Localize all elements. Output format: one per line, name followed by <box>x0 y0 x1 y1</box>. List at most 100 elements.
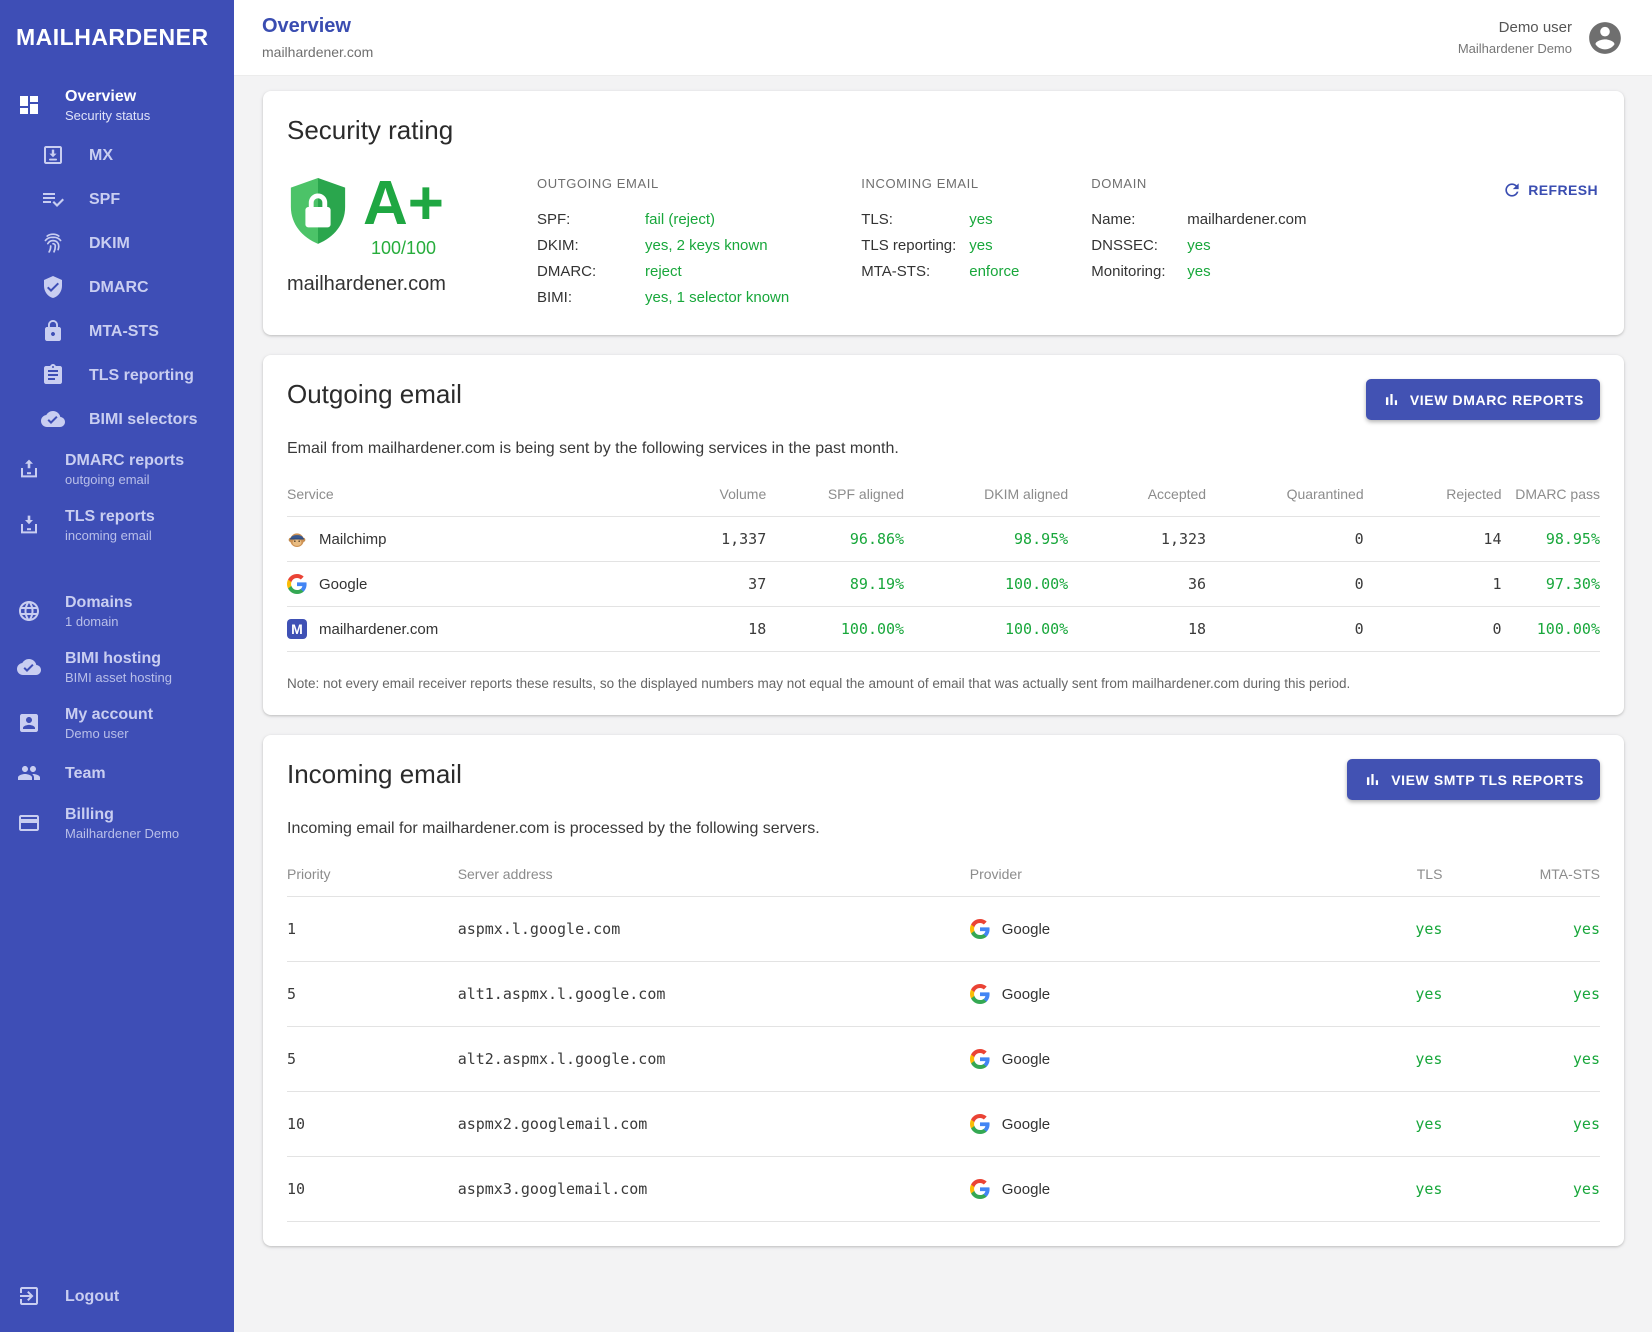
column-header: SPF aligned <box>766 480 904 517</box>
tls-cell: yes <box>1311 1157 1442 1222</box>
view-smtp-tls-reports-label: VIEW SMTP TLS REPORTS <box>1391 772 1584 788</box>
provider-name: Google <box>1002 921 1050 938</box>
table-row: Mmailhardener.com 18 100.00% 100.00% 18 … <box>287 607 1600 652</box>
priority-cell: 10 <box>287 1092 458 1157</box>
server-address-cell: alt2.aspmx.l.google.com <box>458 1027 970 1092</box>
mailhardener-icon: M <box>287 619 307 639</box>
refresh-button[interactable]: REFRESH <box>1500 176 1600 204</box>
summary-value: yes, 2 keys known <box>645 233 768 259</box>
sidebar-item-dmarc-reports[interactable]: DMARC reportsoutgoing email <box>0 441 234 497</box>
sidebar-nav: OverviewSecurity status MX SPF DKIM DMAR… <box>0 77 234 1318</box>
people-icon <box>17 761 41 785</box>
table-row: 1 aspmx.l.google.com Google yes yes <box>287 897 1600 962</box>
cloud-check-icon <box>41 407 65 431</box>
main-area: Overview mailhardener.com Demo user Mail… <box>234 0 1652 1332</box>
playlist-check-icon <box>41 187 65 211</box>
cloud-check-icon <box>17 655 41 679</box>
sidebar-item-spf[interactable]: SPF <box>0 177 234 221</box>
google-icon <box>970 1049 990 1069</box>
security-score: 100/100 <box>363 238 444 259</box>
inbox-download-icon <box>41 143 65 167</box>
tls-cell: yes <box>1311 962 1442 1027</box>
sidebar-item-tls-reports[interactable]: TLS reportsincoming email <box>0 497 234 553</box>
rated-domain: mailhardener.com <box>287 273 537 296</box>
mta-sts-cell: yes <box>1442 1027 1600 1092</box>
table-row: Google 37 89.19% 100.00% 36 0 1 97.30% <box>287 562 1600 607</box>
quarantined-cell: 0 <box>1206 562 1364 607</box>
summary-label: SPF: <box>537 207 645 233</box>
service-name: Google <box>319 576 367 593</box>
summary-label: TLS reporting: <box>861 233 969 259</box>
table-row: 10 aspmx2.googlemail.com Google yes yes <box>287 1092 1600 1157</box>
account-circle-icon[interactable] <box>1586 19 1624 57</box>
app-logo: MAILHARDENER <box>0 0 234 77</box>
dmarc-pass-cell: 97.30% <box>1501 562 1600 607</box>
summary-value: yes <box>1187 233 1210 259</box>
outgoing-email-card: Outgoing email VIEW DMARC REPORTS Email … <box>263 355 1624 715</box>
sidebar-item-team[interactable]: Team <box>0 751 234 795</box>
summary-heading: DOMAIN <box>1091 176 1306 191</box>
sidebar-item-mta-sts[interactable]: MTA-STS <box>0 309 234 353</box>
column-header: DMARC pass <box>1501 480 1600 517</box>
summary-label: TLS: <box>861 207 969 233</box>
column-header: Service <box>287 480 628 517</box>
column-header: DKIM aligned <box>904 480 1068 517</box>
mta-sts-cell: yes <box>1442 1092 1600 1157</box>
volume-cell: 18 <box>628 607 766 652</box>
google-icon <box>970 919 990 939</box>
sidebar-item-dmarc[interactable]: DMARC <box>0 265 234 309</box>
view-smtp-tls-reports-button[interactable]: VIEW SMTP TLS REPORTS <box>1347 759 1600 800</box>
sidebar-item-mx[interactable]: MX <box>0 133 234 177</box>
incoming-email-table: Priority Server address Provider TLS MTA… <box>287 860 1600 1222</box>
outgoing-email-note: Note: not every email receiver reports t… <box>287 676 1600 691</box>
security-rating-card: Security rating A+ <box>263 91 1624 335</box>
column-header: Accepted <box>1068 480 1206 517</box>
sidebar-item-billing[interactable]: BillingMailhardener Demo <box>0 795 234 851</box>
provider-name: Google <box>1002 1181 1050 1198</box>
page-title: Overview <box>262 15 373 38</box>
nav-spacer <box>0 851 234 1274</box>
priority-cell: 5 <box>287 1027 458 1092</box>
tls-cell: yes <box>1311 897 1442 962</box>
column-header: Provider <box>970 860 1311 897</box>
priority-cell: 10 <box>287 1157 458 1222</box>
sidebar-item-my-account[interactable]: My accountDemo user <box>0 695 234 751</box>
sidebar-item-overview[interactable]: OverviewSecurity status <box>0 77 234 133</box>
outgoing-email-summary: OUTGOING EMAIL SPF:fail (reject) DKIM:ye… <box>537 176 789 311</box>
sidebar-item-label: BIMI hosting <box>65 650 161 667</box>
rating-badge: A+ 100/100 mailhardener.com <box>287 176 537 296</box>
sidebar-item-subtitle: 1 domain <box>65 614 133 629</box>
incoming-email-description: Incoming email for mailhardener.com is p… <box>287 820 1600 838</box>
view-dmarc-reports-button[interactable]: VIEW DMARC REPORTS <box>1366 379 1600 420</box>
provider-name: Google <box>1002 1051 1050 1068</box>
sidebar-item-label: MTA-STS <box>89 322 159 341</box>
sidebar-item-label: My account <box>65 706 153 723</box>
sidebar-item-label: Logout <box>65 1287 119 1306</box>
sidebar-item-bimi-hosting[interactable]: BIMI hostingBIMI asset hosting <box>0 639 234 695</box>
accepted-cell: 36 <box>1068 562 1206 607</box>
lock-icon <box>41 319 65 343</box>
dkim-aligned-cell: 100.00% <box>904 607 1068 652</box>
page-subtitle: mailhardener.com <box>262 44 373 60</box>
bar-chart-icon <box>1363 770 1382 789</box>
column-header: Volume <box>628 480 766 517</box>
volume-cell: 37 <box>628 562 766 607</box>
sidebar-item-subtitle: Mailhardener Demo <box>65 826 179 841</box>
summary-value: yes <box>969 233 992 259</box>
outbox-icon <box>17 457 41 481</box>
summary-value: yes, 1 selector known <box>645 285 789 311</box>
mta-sts-cell: yes <box>1442 962 1600 1027</box>
sidebar-item-label: TLS reports <box>65 508 155 525</box>
summary-heading: INCOMING EMAIL <box>861 176 1019 191</box>
view-dmarc-reports-label: VIEW DMARC REPORTS <box>1410 392 1584 408</box>
rejected-cell: 0 <box>1364 607 1502 652</box>
sidebar-item-label: Overview <box>65 88 136 105</box>
dashboard-icon <box>17 93 41 117</box>
sidebar-item-tls-reporting[interactable]: TLS reporting <box>0 353 234 397</box>
sidebar-item-domains[interactable]: Domains1 domain <box>0 583 234 639</box>
sidebar-item-bimi-selectors[interactable]: BIMI selectors <box>0 397 234 441</box>
sidebar-item-logout[interactable]: Logout <box>0 1274 234 1318</box>
sidebar-item-dkim[interactable]: DKIM <box>0 221 234 265</box>
content: Security rating A+ <box>234 76 1652 1332</box>
user-org: Mailhardener Demo <box>1458 41 1572 56</box>
